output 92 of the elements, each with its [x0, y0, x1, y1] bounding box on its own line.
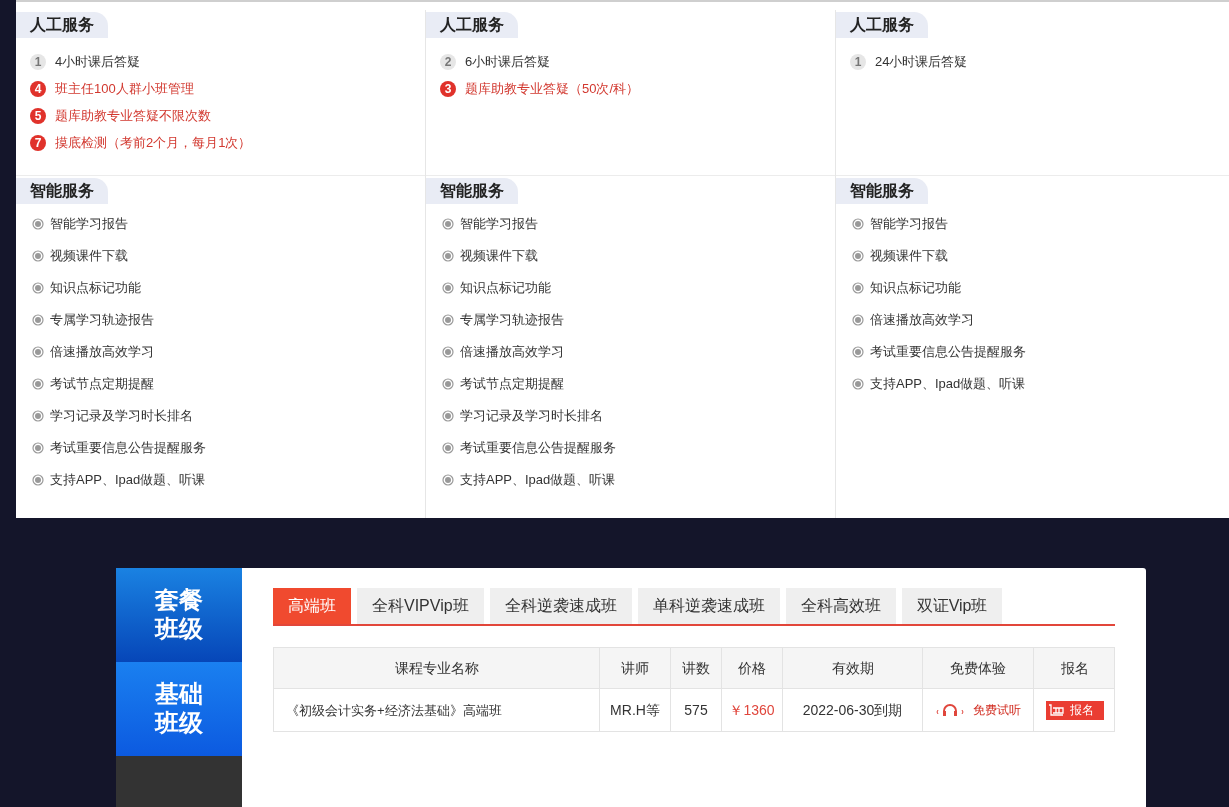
column-header: 有效期 — [783, 648, 923, 689]
radio-dot-icon — [442, 282, 454, 294]
class-tab[interactable]: 双证Vip班 — [901, 588, 1003, 625]
service-item: 考试重要信息公告提醒服务 — [870, 343, 1026, 362]
service-item: 视频课件下载 — [460, 247, 538, 266]
section-heading: 人工服务 — [16, 12, 108, 38]
service-item: 支持APP、Ipad做题、听课 — [460, 471, 616, 490]
class-tab[interactable]: 全科逆袭速成班 — [489, 588, 632, 625]
radio-dot-icon — [442, 346, 454, 358]
service-item: 倍速播放高效学习 — [50, 343, 154, 362]
column-header: 免费体验 — [923, 648, 1034, 689]
service-item: 题库助教专业答疑不限次数 — [55, 107, 211, 126]
table-cell: MR.H等 — [600, 689, 671, 732]
number-badge: 2 — [440, 54, 456, 70]
column-header: 讲数 — [671, 648, 722, 689]
section-heading: 人工服务 — [836, 12, 928, 38]
service-item: 专属学习轨迹报告 — [50, 311, 154, 330]
service-item: 智能学习报告 — [50, 215, 128, 234]
radio-dot-icon — [852, 250, 864, 262]
column-header: 课程专业名称 — [274, 648, 600, 689]
radio-dot-icon — [32, 474, 44, 486]
column-header: 报名 — [1059, 658, 1090, 678]
service-item: 6小时课后答疑 — [465, 53, 551, 72]
service-item: 考试节点定期提醒 — [50, 375, 154, 394]
sidebar-item[interactable]: 套餐班级 — [116, 568, 242, 663]
number-badge: 3 — [440, 81, 456, 97]
service-item: 倍速播放高效学习 — [870, 311, 974, 330]
number-badge: 5 — [30, 108, 46, 124]
radio-dot-icon — [852, 218, 864, 230]
service-item: 4小时课后答疑 — [55, 53, 141, 72]
radio-dot-icon — [442, 314, 454, 326]
section-heading: 智能服务 — [16, 178, 108, 204]
number-badge: 1 — [30, 54, 46, 70]
service-item: 视频课件下载 — [50, 247, 128, 266]
radio-dot-icon — [442, 218, 454, 230]
signup-button[interactable]: 报名 — [1045, 700, 1104, 720]
section-heading: 智能服务 — [426, 178, 518, 204]
service-item: 摸底检测（考前2个月，每月1次） — [55, 134, 252, 153]
table-cell: 2022-06-30到期 — [783, 689, 923, 732]
radio-dot-icon — [442, 442, 454, 454]
radio-dot-icon — [442, 250, 454, 262]
radio-dot-icon — [852, 282, 864, 294]
radio-dot-icon — [32, 410, 44, 422]
radio-dot-icon — [32, 442, 44, 454]
headphones-icon — [935, 703, 965, 718]
service-item: 考试重要信息公告提醒服务 — [460, 439, 616, 458]
number-badge: 1 — [850, 54, 866, 70]
cart-icon — [1047, 703, 1064, 717]
number-badge: 7 — [30, 135, 46, 151]
service-item: 学习记录及学习时长排名 — [460, 407, 603, 426]
service-item: 知识点标记功能 — [50, 279, 141, 298]
free-trial-link[interactable]: 免费试听 — [973, 701, 1021, 720]
section-heading: 智能服务 — [836, 178, 928, 204]
service-item: 倍速播放高效学习 — [460, 343, 564, 362]
radio-dot-icon — [32, 250, 44, 262]
column-header: 讲师 — [600, 648, 671, 689]
service-item: 知识点标记功能 — [870, 279, 961, 298]
radio-dot-icon — [852, 314, 864, 326]
number-badge: 4 — [30, 81, 46, 97]
service-item: 支持APP、Ipad做题、听课 — [870, 375, 1026, 394]
service-item: 班主任100人群小班管理 — [55, 80, 194, 99]
table-cell: 575 — [671, 689, 722, 732]
radio-dot-icon — [32, 314, 44, 326]
service-item: 考试节点定期提醒 — [460, 375, 564, 394]
class-tab[interactable]: 高端班 — [273, 588, 351, 625]
class-tab[interactable]: 全科VIPVip班 — [357, 588, 484, 625]
service-item: 知识点标记功能 — [460, 279, 551, 298]
section-heading: 人工服务 — [426, 12, 518, 38]
radio-dot-icon — [852, 346, 864, 358]
class-tab[interactable]: 单科逆袭速成班 — [637, 588, 780, 625]
service-item: 题库助教专业答疑（50次/科） — [465, 80, 640, 99]
radio-dot-icon — [442, 474, 454, 486]
service-item: 支持APP、Ipad做题、听课 — [50, 471, 206, 490]
radio-dot-icon — [32, 346, 44, 358]
radio-dot-icon — [852, 378, 864, 390]
table-cell: 《初级会计实务+经济法基础》高端班 — [274, 689, 600, 732]
sidebar-item[interactable]: 基础班级 — [116, 662, 242, 757]
radio-dot-icon — [32, 218, 44, 230]
service-item: 智能学习报告 — [870, 215, 948, 234]
radio-dot-icon — [32, 282, 44, 294]
service-item: 视频课件下载 — [870, 247, 948, 266]
service-item: 学习记录及学习时长排名 — [50, 407, 193, 426]
service-item: 智能学习报告 — [460, 215, 538, 234]
service-item: 专属学习轨迹报告 — [460, 311, 564, 330]
service-item: 考试重要信息公告提醒服务 — [50, 439, 206, 458]
column-header: 价格 — [722, 648, 783, 689]
service-item: 24小时课后答疑 — [875, 53, 968, 72]
class-tab[interactable]: 全科高效班 — [785, 588, 896, 625]
radio-dot-icon — [442, 410, 454, 422]
price-cell: ￥1360 — [722, 689, 783, 732]
radio-dot-icon — [442, 378, 454, 390]
radio-dot-icon — [32, 378, 44, 390]
